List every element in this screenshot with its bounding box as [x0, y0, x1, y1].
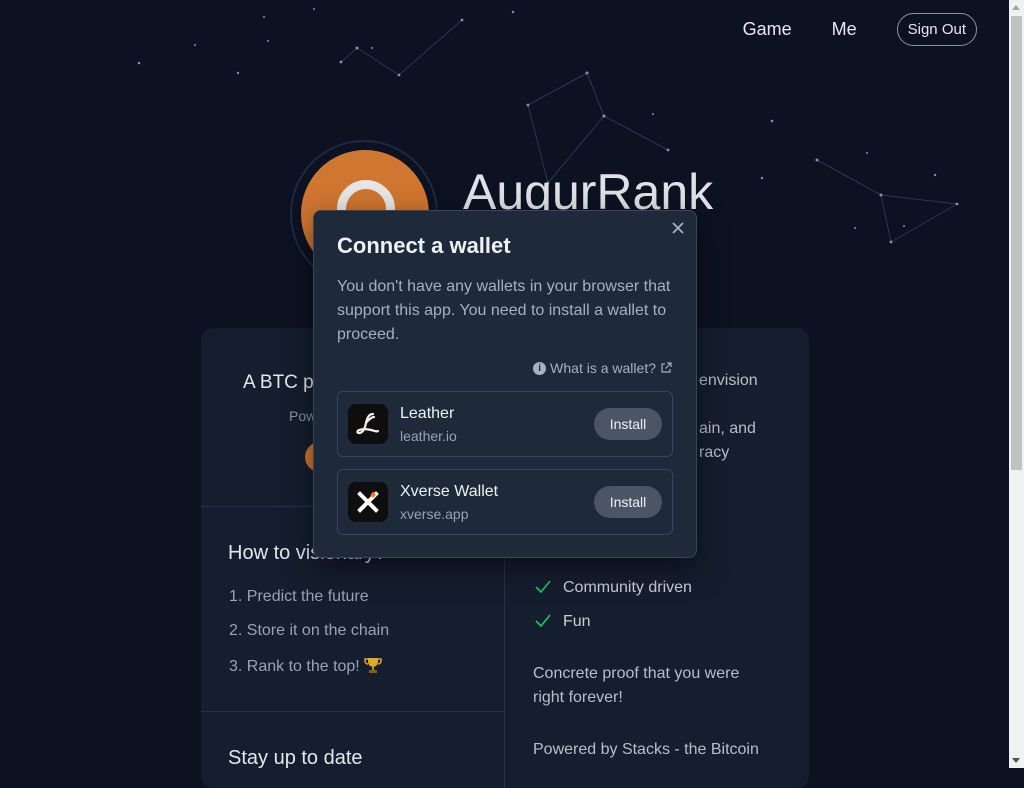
list-item: 1. Predict the future: [229, 588, 369, 605]
stay-up-to-date-title: Stay up to date: [228, 747, 363, 769]
page-scrollbar[interactable]: [1009, 0, 1024, 768]
xverse-logo-icon: [348, 482, 388, 522]
list-item: 2. Store it on the chain: [229, 622, 390, 639]
proof-text-line2: right forever!: [533, 689, 623, 706]
scroll-down-arrow-icon[interactable]: [1012, 758, 1020, 763]
steps-list: 1. Predict the future 2. Store it on the…: [229, 588, 389, 690]
install-leather-button[interactable]: Install: [594, 408, 662, 440]
wallet-option-xverse[interactable]: Xverse Wallet xverse.app Install: [337, 469, 673, 535]
external-link-icon: [661, 362, 672, 373]
modal-description: You don't have any wallets in your brows…: [337, 278, 671, 343]
wallet-name: Xverse Wallet: [400, 483, 499, 500]
feature-fun: Fun: [563, 613, 591, 630]
powered-by-stacks: Powered by Stacks - the Bitcoin: [533, 741, 759, 758]
leather-logo-icon: [348, 404, 388, 444]
what-is-a-wallet-link[interactable]: i What is a wallet?: [533, 360, 672, 376]
sign-out-button[interactable]: Sign Out: [896, 13, 977, 46]
wallet-domain: xverse.app: [400, 506, 469, 522]
envision-text: envision: [699, 372, 758, 389]
divider: [201, 711, 504, 712]
proof-text-line1: Concrete proof that you were: [533, 665, 740, 682]
feature-community: Community driven: [563, 579, 692, 596]
nav-me-link[interactable]: Me: [832, 19, 857, 40]
info-icon: i: [533, 361, 547, 375]
trophy-icon: [364, 658, 382, 673]
list-item: 3. Rank to the top!: [229, 656, 389, 675]
tagline: A BTC p: [243, 372, 314, 393]
scroll-up-arrow-icon[interactable]: [1012, 5, 1020, 10]
top-nav: Game Me Sign Out: [743, 13, 977, 46]
wallet-domain: leather.io: [400, 428, 457, 444]
check-icon: [535, 614, 551, 628]
help-link-label: What is a wallet?: [550, 360, 656, 376]
privacy-text: racy: [699, 444, 730, 461]
install-xverse-button[interactable]: Install: [594, 486, 662, 518]
scroll-thumb[interactable]: [1011, 16, 1022, 470]
check-icon: [535, 580, 551, 594]
nav-game-link[interactable]: Game: [743, 19, 792, 40]
chain-text: ain, and: [699, 420, 756, 437]
close-icon[interactable]: [670, 220, 686, 236]
connect-wallet-modal: Connect a wallet You don't have any wall…: [313, 210, 697, 558]
wallet-option-leather[interactable]: Leather leather.io Install: [337, 391, 673, 457]
wallet-name: Leather: [400, 405, 455, 422]
modal-title: Connect a wallet: [337, 233, 511, 258]
